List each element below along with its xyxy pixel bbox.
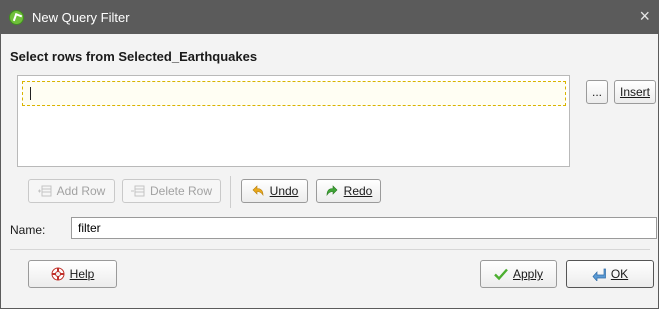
redo-arrow-icon: [325, 184, 339, 198]
undo-label: Undo: [269, 184, 299, 198]
delete-row-label: Delete Row: [149, 184, 213, 198]
checkmark-icon: [494, 267, 508, 281]
text-caret: [30, 87, 31, 100]
query-expression-editor[interactable]: [17, 75, 570, 167]
enter-arrow-icon: [592, 267, 606, 282]
ellipsis-button[interactable]: ...: [586, 80, 608, 104]
section-heading: Select rows from Selected_Earthquakes: [10, 49, 258, 64]
title-bar: New Query Filter ×: [1, 1, 658, 34]
window-title: New Query Filter: [32, 10, 130, 25]
name-input[interactable]: [71, 217, 657, 239]
undo-button[interactable]: Undo: [241, 179, 308, 203]
ok-label: OK: [610, 267, 629, 281]
toolbar-separator: [230, 176, 231, 208]
insert-button-label: Insert: [619, 85, 650, 99]
app-logo-icon: [9, 10, 24, 25]
ellipsis-button-label: ...: [591, 85, 602, 99]
redo-label: Redo: [343, 184, 373, 198]
delete-row-button[interactable]: Delete Row: [122, 179, 221, 203]
help-button[interactable]: Help: [28, 260, 117, 288]
footer-divider: [10, 249, 650, 250]
ok-button[interactable]: OK: [566, 260, 654, 288]
redo-button[interactable]: Redo: [316, 179, 381, 203]
apply-label: Apply: [512, 267, 544, 281]
help-label: Help: [69, 267, 95, 281]
new-query-filter-dialog: New Query Filter × Select rows from Sele…: [0, 0, 659, 309]
expression-row[interactable]: [22, 81, 566, 106]
name-label: Name:: [10, 223, 46, 237]
insert-button[interactable]: Insert: [614, 80, 656, 104]
lifebuoy-icon: [51, 267, 65, 281]
undo-arrow-icon: [251, 184, 265, 198]
add-row-icon: [37, 184, 52, 198]
add-row-button[interactable]: Add Row: [28, 179, 115, 203]
close-icon[interactable]: ×: [639, 6, 650, 27]
delete-row-icon: [130, 184, 145, 198]
add-row-label: Add Row: [56, 184, 106, 198]
apply-button[interactable]: Apply: [480, 260, 557, 288]
